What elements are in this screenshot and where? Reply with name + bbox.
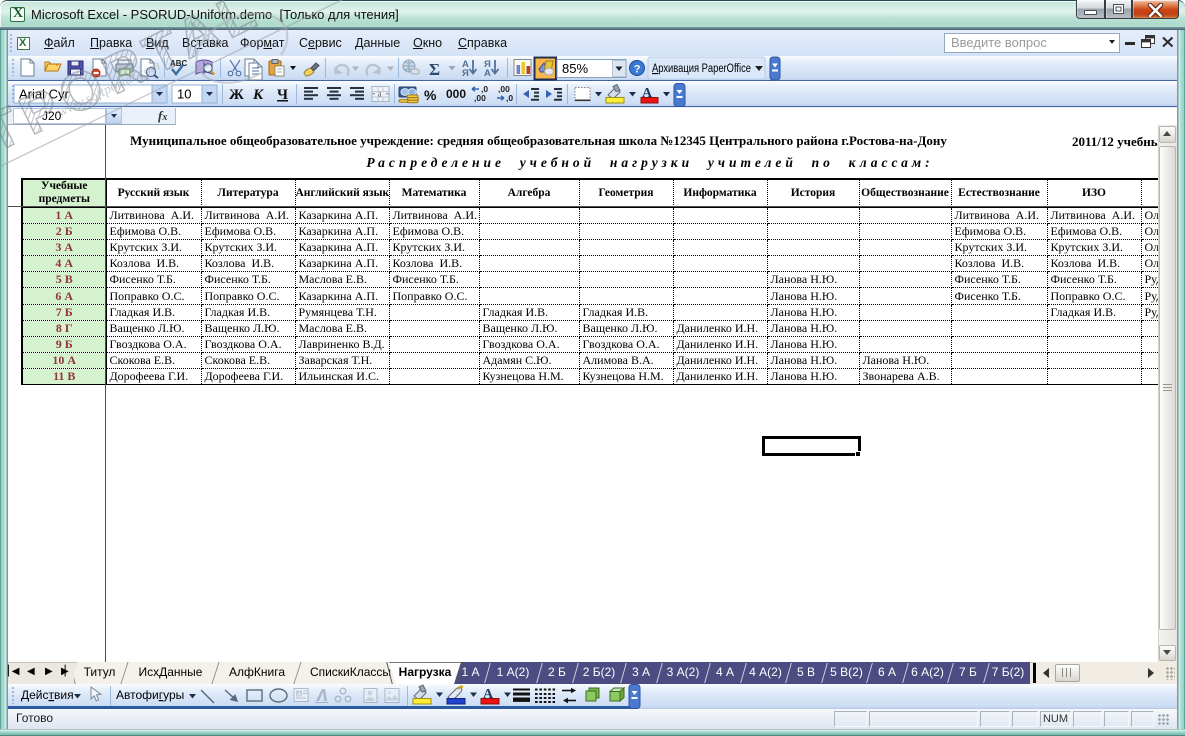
svg-text:Действия: Действия xyxy=(21,688,74,702)
svg-text:,0: ,0 xyxy=(506,93,513,103)
svg-text:000: 000 xyxy=(446,87,466,101)
svg-text:А: А xyxy=(484,68,491,79)
svg-text:Я: Я xyxy=(462,68,469,79)
svg-text:85%: 85% xyxy=(562,61,588,76)
svg-text:ABC: ABC xyxy=(170,59,188,68)
svg-text:Ч: Ч xyxy=(277,87,288,103)
svg-text:,00: ,00 xyxy=(474,93,486,103)
svg-text:Архивация PaperOffice: Архивация PaperOffice xyxy=(652,63,751,75)
svg-text:Σ: Σ xyxy=(429,60,440,79)
svg-text:10: 10 xyxy=(177,87,191,102)
svg-text:Автофигуры: Автофигуры xyxy=(116,688,184,702)
svg-text:%: % xyxy=(424,87,437,103)
svg-text:а: а xyxy=(378,89,382,99)
svg-text:?: ? xyxy=(634,64,641,76)
svg-text:Arial Cyr: Arial Cyr xyxy=(19,87,70,102)
svg-text:Ж: Ж xyxy=(229,87,244,103)
svg-text:К: К xyxy=(252,87,264,103)
svg-text:А: А xyxy=(297,692,302,699)
